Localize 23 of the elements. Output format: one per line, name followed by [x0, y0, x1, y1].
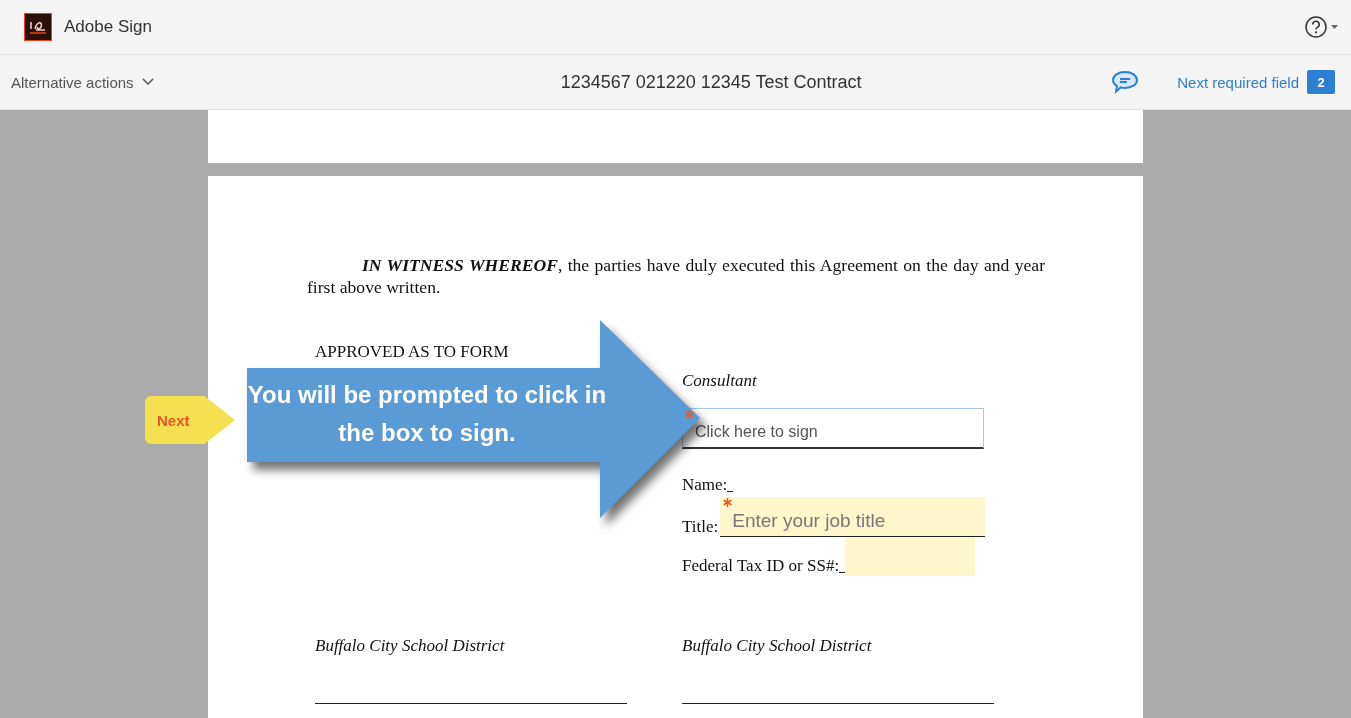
required-icon	[723, 498, 733, 507]
name-label: Name:	[682, 475, 728, 495]
app-logo	[24, 13, 52, 41]
required-icon	[685, 410, 694, 419]
callout-text: You will be prompted to click in the box to sign.	[247, 380, 607, 448]
job-title-field[interactable]: Enter your job title	[720, 497, 986, 537]
tax-id-label: Federal Tax ID or SS#:	[682, 556, 840, 576]
app-name: Adobe Sign	[64, 17, 152, 37]
signature-field[interactable]: Click here to sign	[682, 408, 984, 449]
alternative-actions-menu[interactable]: Alternative actions	[11, 73, 311, 91]
title-label: Title:	[682, 517, 719, 537]
document-title: 1234567 021220 12345 Test Contract	[559, 71, 863, 93]
signer-name: Buffalo City School District	[315, 636, 506, 656]
chevron-down-icon	[141, 78, 154, 86]
tax-id-field[interactable]	[845, 537, 976, 576]
required-count-badge: 2	[1307, 70, 1335, 94]
next-required-field-link[interactable]: Next required field	[1177, 73, 1299, 91]
approval-heading: APPROVED AS TO FORM	[315, 342, 510, 362]
signer-name: Buffalo City School District	[682, 636, 873, 656]
comment-icon[interactable]	[1111, 70, 1140, 94]
help-menu-button[interactable]	[1303, 15, 1339, 39]
consultant-heading: Consultant	[682, 371, 758, 391]
agreement-paragraph: IN WITNESS WHEREOF, the parties have duly executed this Agreement on the day and year first above written.	[307, 254, 1045, 298]
